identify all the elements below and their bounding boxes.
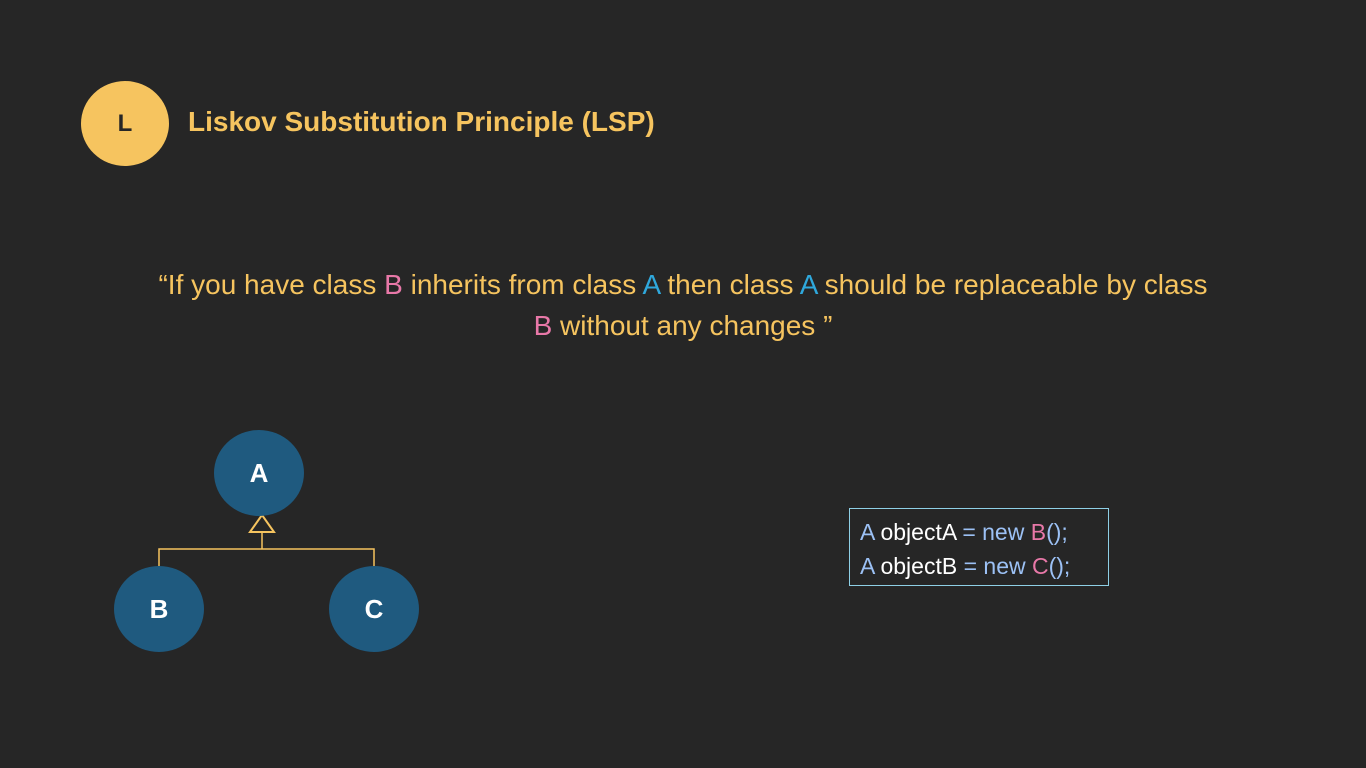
code-type: A — [860, 519, 875, 545]
class-node-a: A — [214, 430, 304, 516]
quote-class-a: A — [642, 269, 660, 300]
code-snippet: A objectA = new B(); A objectB = new C()… — [849, 508, 1109, 586]
class-node-c: C — [329, 566, 419, 652]
quote-text: should be replaceable by class — [816, 269, 1208, 300]
code-type: A — [860, 553, 875, 579]
quote-class-a: A — [799, 269, 817, 300]
code-variable: objectB — [874, 553, 964, 579]
inheritance-diagram: A B C — [100, 420, 440, 670]
inheritance-arrow-icon — [248, 513, 276, 533]
quote-text: without any changes ” — [552, 310, 833, 341]
code-tail: (); — [1048, 553, 1071, 579]
connector-lines — [158, 548, 375, 566]
page-title: Liskov Substitution Principle (LSP) — [188, 106, 655, 137]
quote-text: then class — [659, 269, 800, 300]
code-operator: = new — [962, 519, 1031, 545]
quote-text: “If you have class — [158, 269, 385, 300]
code-class: B — [1030, 519, 1047, 545]
code-line: A objectA = new B(); — [860, 515, 1108, 549]
quote-class-b: B — [384, 269, 403, 300]
quote-class-b: B — [533, 310, 553, 341]
class-node-b: B — [114, 566, 204, 652]
quote-text: inherits from class — [402, 269, 643, 300]
code-operator: = new — [963, 553, 1032, 579]
principle-quote: “If you have class B inherits from class… — [60, 264, 1306, 346]
badge-letter: L — [117, 109, 133, 137]
code-class: C — [1031, 553, 1049, 579]
principle-badge: L — [81, 81, 169, 166]
code-variable: objectA — [874, 519, 963, 545]
code-line: A objectB = new C(); — [860, 549, 1108, 583]
code-tail: (); — [1046, 519, 1068, 545]
